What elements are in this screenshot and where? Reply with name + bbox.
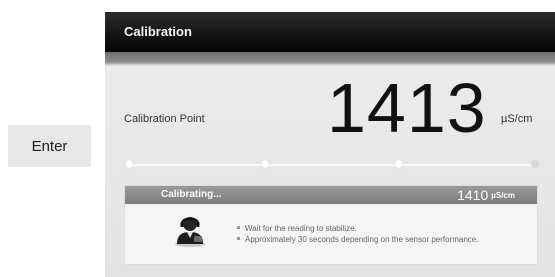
progress-step-dot	[531, 160, 539, 168]
calibration-point-value: 1413	[327, 69, 487, 147]
progress-step-dot	[395, 160, 403, 168]
status-bar: Calibrating... 1410 µS/cm	[125, 186, 537, 204]
title-bar: Calibration	[105, 12, 555, 52]
calibration-point-label: Calibration Point	[124, 113, 205, 125]
hint-list: Wait for the reading to stabilize. Appro…	[237, 223, 478, 245]
app-stage: Enter Calibration Calibration Point 1413…	[0, 0, 555, 277]
progress-step-dot	[261, 160, 269, 168]
user-headset-icon	[175, 217, 205, 247]
progress-step-dot	[125, 160, 133, 168]
enter-button[interactable]: Enter	[8, 125, 91, 167]
progress-track	[129, 164, 535, 166]
calibration-screen: Calibration Calibration Point 1413 µS/cm…	[105, 12, 555, 277]
live-reading-value: 1410	[457, 187, 489, 203]
live-reading: 1410 µS/cm	[457, 186, 515, 205]
calibration-point-unit: µS/cm	[501, 113, 533, 125]
title-bar-shadow	[105, 52, 555, 66]
status-text: Calibrating...	[161, 189, 222, 200]
live-reading-unit: µS/cm	[491, 191, 515, 200]
hint-item: Wait for the reading to stabilize.	[237, 223, 478, 234]
window-title: Calibration	[124, 24, 192, 39]
hint-item: Approximately 30 seconds depending on th…	[237, 234, 478, 245]
status-panel: Calibrating... 1410 µS/cm Wait for the re…	[124, 185, 538, 265]
